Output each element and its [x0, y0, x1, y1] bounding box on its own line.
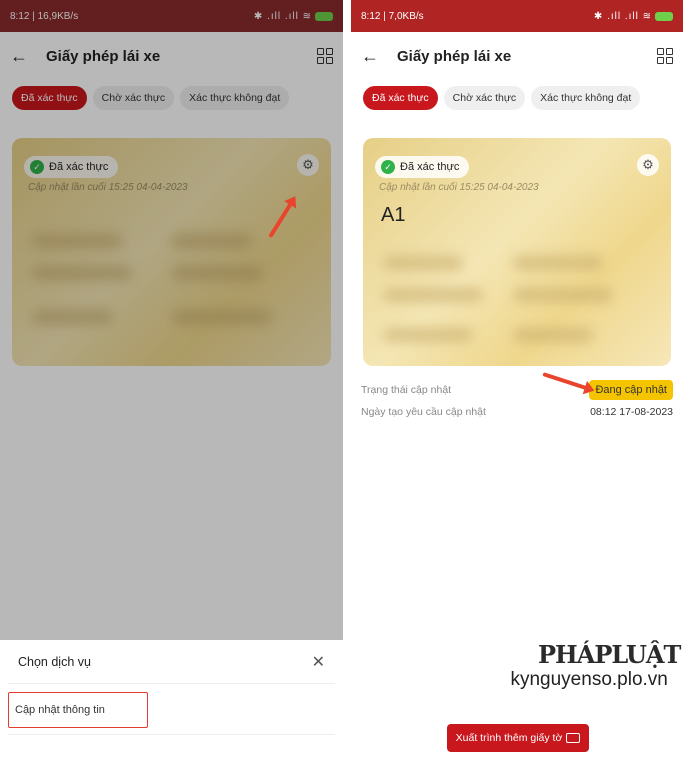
- update-status-badge: Đang cập nhật: [589, 380, 673, 400]
- status-badge: ✓ Đã xác thực: [375, 156, 470, 178]
- app-bar: ← Giấy phép lái xe: [351, 32, 683, 80]
- status-bar: 8:12 | 7,0KB/s ✱ .ıll .ıll ≋: [351, 0, 683, 32]
- left-screen: 8:12 | 16,9KB/s ✱ .ıll .ıll ≋ ← Giấy phé…: [0, 0, 343, 764]
- back-arrow-icon[interactable]: ←: [361, 46, 391, 67]
- tab-pending[interactable]: Chờ xác thực: [443, 86, 526, 110]
- update-info-option[interactable]: Cập nhật thông tin: [8, 692, 148, 728]
- update-status-label: Trạng thái cập nhật: [361, 384, 452, 396]
- request-date-value: 08:12 17-08-2023: [590, 406, 673, 418]
- blurred-field: [513, 328, 593, 342]
- status-icons: ✱ .ıll .ıll ≋: [594, 11, 673, 22]
- bottom-sheet: Chọn dịch vụ ✕ Cập nhật thông tin: [0, 640, 343, 764]
- page-title: Giấy phép lái xe: [397, 47, 512, 65]
- modal-dim-overlay[interactable]: [0, 0, 343, 640]
- check-icon: ✓: [381, 160, 395, 174]
- watermark-site: kynguyenso.plo.vn: [510, 669, 668, 690]
- tab-bar: Đã xác thực Chờ xác thực Xác thực không …: [351, 80, 683, 116]
- divider: [8, 734, 335, 735]
- id-card-icon: [566, 733, 581, 743]
- request-date-row: Ngày tạo yêu cầu cập nhật 08:12 17-08-20…: [351, 402, 683, 422]
- sheet-title: Chọn dịch vụ: [18, 654, 91, 669]
- present-documents-button[interactable]: Xuất trình thêm giấy tờ: [447, 724, 589, 752]
- blurred-field: [383, 288, 483, 302]
- license-card[interactable]: ✓ Đã xác thực Cập nhật lần cuối 15:25 04…: [363, 138, 671, 366]
- blurred-field: [513, 288, 613, 302]
- license-class: A1: [381, 204, 406, 226]
- qr-code-icon[interactable]: [657, 48, 673, 64]
- watermark: PHÁPLUẬT kynguyenso.plo.vn: [498, 640, 681, 691]
- request-date-label: Ngày tạo yêu cầu cập nhật: [361, 406, 486, 418]
- present-documents-label: Xuất trình thêm giấy tờ: [455, 732, 563, 744]
- close-icon[interactable]: ✕: [312, 652, 325, 672]
- battery-icon: [655, 11, 673, 21]
- blurred-field: [513, 256, 603, 270]
- signal-icon: ✱ .ıll .ıll ≋: [593, 10, 652, 22]
- right-screen: 8:12 | 7,0KB/s ✱ .ıll .ıll ≋ ← Giấy phép…: [351, 0, 683, 764]
- blurred-field: [383, 328, 473, 342]
- watermark-logo: PHÁPLUẬT: [538, 640, 681, 669]
- blurred-field: [383, 256, 463, 270]
- last-updated-text: Cập nhật lần cuối 15:25 04-04-2023: [379, 182, 539, 193]
- sheet-header: Chọn dịch vụ ✕: [8, 640, 335, 684]
- update-status-row: Trạng thái cập nhật Đang cập nhật: [351, 378, 683, 402]
- tab-failed[interactable]: Xác thực không đạt: [531, 86, 641, 110]
- tab-verified[interactable]: Đã xác thực: [363, 86, 438, 110]
- gear-icon[interactable]: ⚙: [637, 154, 659, 176]
- status-badge-label: Đã xác thực: [400, 161, 460, 173]
- status-time: 8:12 | 7,0KB/s: [361, 10, 424, 22]
